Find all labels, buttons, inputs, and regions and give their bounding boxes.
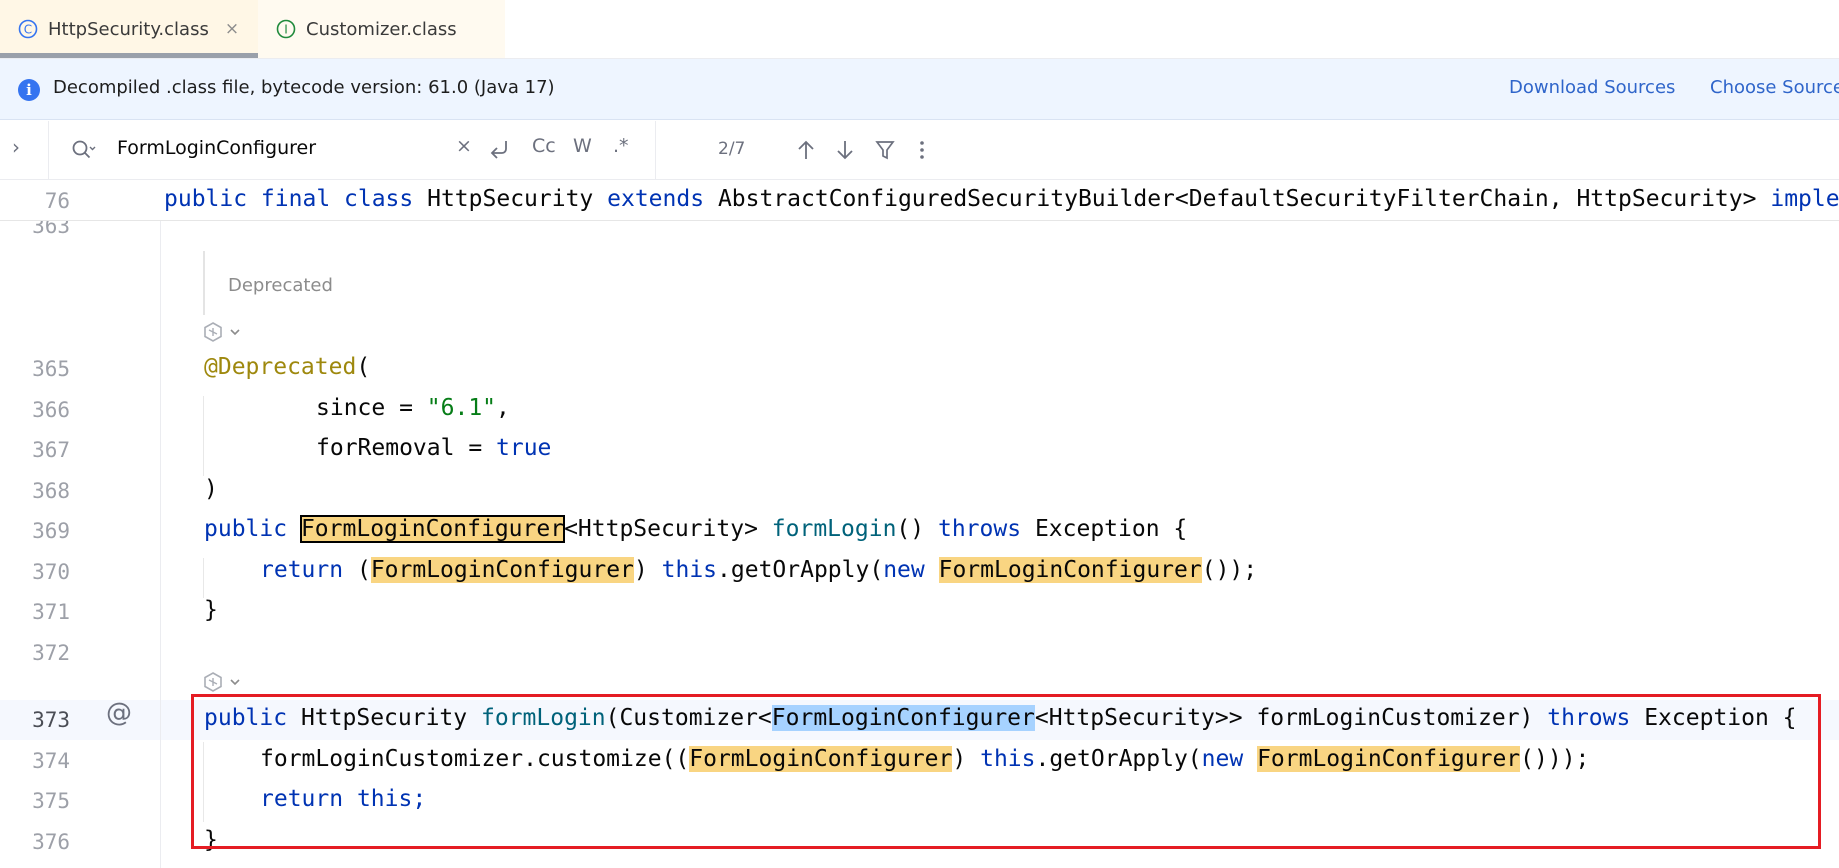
match-case-button[interactable]: Cc (532, 135, 556, 157)
indent-guide (203, 558, 204, 598)
code-line: since = "6.1", (316, 395, 510, 421)
search-input[interactable]: FormLoginConfigurer (117, 137, 316, 159)
code-line: @Deprecated( (204, 354, 371, 380)
line-number: 376 (32, 830, 70, 854)
tab-httpsecurity-class[interactable]: C HttpSecurity.class × (0, 0, 258, 58)
clear-search-icon[interactable]: × (456, 135, 472, 157)
svg-text:C: C (24, 23, 32, 37)
ai-assistant-icon[interactable] (201, 320, 251, 344)
code-editor[interactable]: 76 public final class HttpSecurity exten… (0, 180, 1839, 868)
banner-text: Decompiled .class file, bytecode version… (53, 77, 555, 98)
indent-guide (203, 742, 204, 822)
tab-label: Customizer.class (306, 18, 457, 40)
code-line: forRemoval = true (316, 435, 552, 461)
filter-icon[interactable] (874, 138, 896, 162)
active-tab-indicator (0, 53, 258, 58)
search-match: FormLoginConfigurer (1257, 746, 1521, 772)
class-file-icon: C (18, 19, 38, 39)
find-bar: › FormLoginConfigurer × Cc W .* 2/7 (0, 121, 1839, 180)
override-marker-icon[interactable]: @ (106, 698, 132, 728)
code-line: } (204, 597, 218, 623)
info-icon: i (18, 79, 40, 101)
line-number: 369 (32, 519, 70, 543)
code-line: ) (204, 476, 218, 502)
download-sources-link[interactable]: Download Sources (1509, 77, 1675, 98)
line-number: 76 (44, 189, 70, 213)
line-number: 372 (32, 641, 70, 665)
choose-sources-link[interactable]: Choose Sources... (1710, 77, 1839, 98)
divider (655, 121, 656, 179)
code-line: public HttpSecurity formLogin(Customizer… (204, 705, 1797, 731)
search-match: FormLoginConfigurer (938, 557, 1202, 583)
words-button[interactable]: W (573, 135, 592, 157)
doc-deprecated-text: Deprecated (228, 275, 333, 296)
line-number: 368 (32, 479, 70, 503)
sticky-header-line[interactable]: 76 public final class HttpSecurity exten… (0, 180, 1839, 221)
line-number: 374 (32, 749, 70, 773)
code-line: public FormLoginConfigurer<HttpSecurity>… (204, 515, 1188, 543)
decompiled-info-banner: i Decompiled .class file, bytecode versi… (0, 59, 1839, 120)
close-icon[interactable]: × (225, 19, 239, 39)
search-icon[interactable] (70, 138, 96, 162)
line-number: 375 (32, 789, 70, 813)
code-line: formLoginCustomizer.customize((FormLogin… (260, 746, 1590, 772)
code-line: return this; (260, 786, 427, 812)
arrow-up-icon[interactable] (795, 138, 817, 162)
ai-assistant-icon[interactable] (201, 670, 251, 694)
tab-label: HttpSecurity.class (48, 18, 209, 40)
selected-text: FormLoginConfigurer (771, 705, 1035, 731)
search-match-current: FormLoginConfigurer (299, 515, 566, 543)
svg-text:I: I (284, 23, 288, 37)
editor-tab-bar: C HttpSecurity.class × I Customizer.clas… (0, 0, 1839, 59)
arrow-down-icon[interactable] (834, 138, 856, 162)
gutter-separator (160, 180, 161, 868)
line-number: 371 (32, 600, 70, 624)
line-number: 370 (32, 560, 70, 584)
code-line: } (204, 827, 218, 853)
class-declaration: public final class HttpSecurity extends … (164, 186, 1839, 212)
line-number: 366 (32, 398, 70, 422)
match-counter: 2/7 (718, 139, 746, 159)
code-line: return (FormLoginConfigurer) this.getOrA… (260, 557, 1258, 583)
interface-file-icon: I (276, 19, 296, 39)
line-number: 365 (32, 357, 70, 381)
search-match: FormLoginConfigurer (689, 746, 953, 772)
doc-comment-bar (203, 251, 205, 315)
tab-customizer-class[interactable]: I Customizer.class (258, 0, 505, 58)
line-number: 367 (32, 438, 70, 462)
indent-guide (203, 396, 204, 476)
search-match: FormLoginConfigurer (370, 557, 634, 583)
divider (48, 121, 49, 179)
regex-button[interactable]: .* (613, 135, 629, 157)
more-options-icon[interactable] (914, 138, 930, 162)
line-number: 373 (32, 708, 70, 732)
new-line-icon[interactable] (488, 137, 512, 161)
chevron-right-icon[interactable]: › (12, 135, 20, 159)
